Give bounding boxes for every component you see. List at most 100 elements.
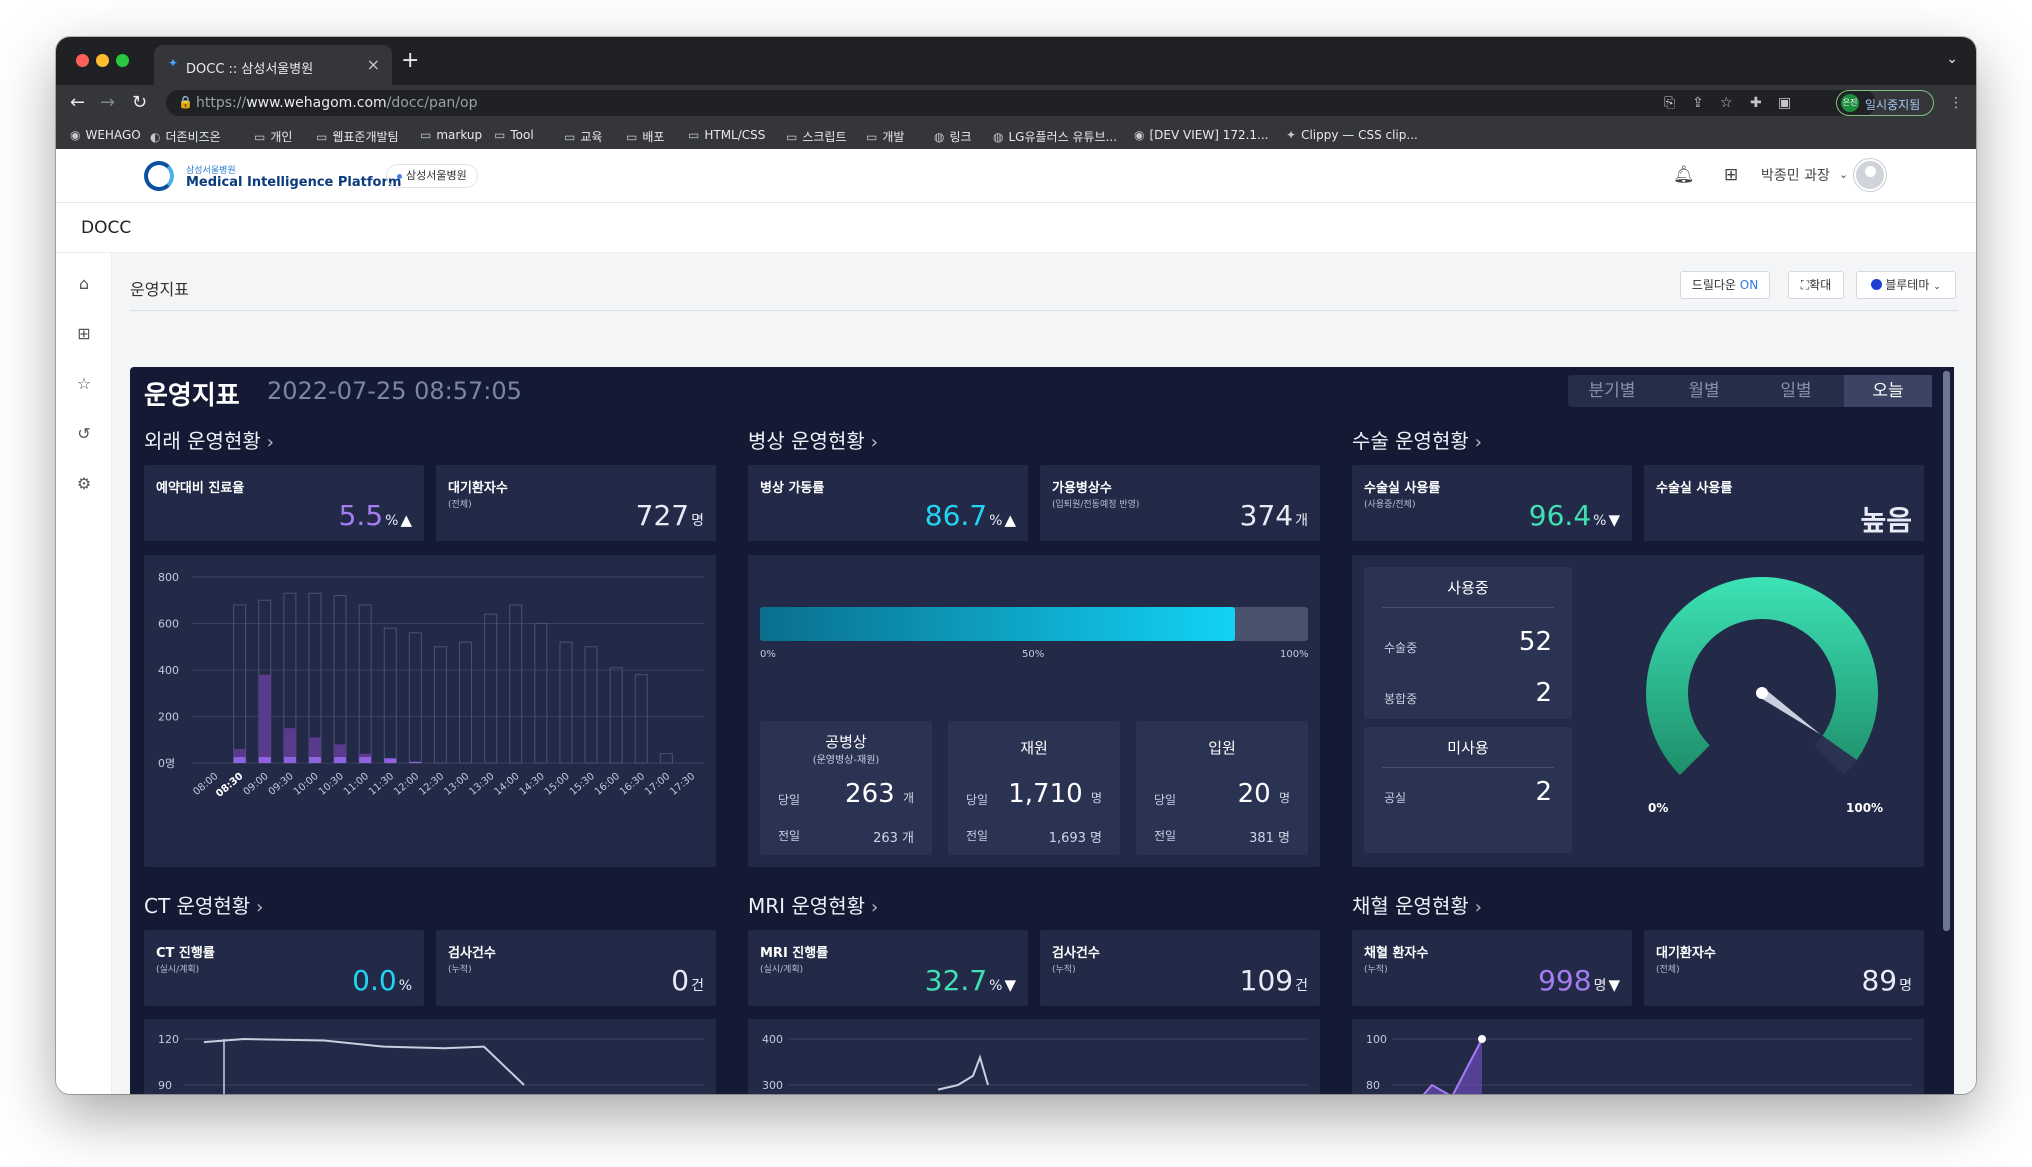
bookmark-item[interactable]: ▭ 교육 (564, 128, 602, 145)
bookmark-item[interactable]: ▭ 개발 (866, 128, 904, 145)
home-icon[interactable]: ⌂ (73, 273, 95, 295)
user-menu-chevron-icon[interactable]: ⌄ (1839, 168, 1848, 181)
theme-color-icon (1871, 279, 1883, 290)
bookmark-label: Clippy — CSS clip... (1301, 128, 1418, 142)
back-icon[interactable]: ← (70, 92, 85, 113)
bookmark-star-icon[interactable]: ☆ (1720, 95, 1733, 111)
y-tick-label: 80 (1366, 1079, 1380, 1092)
drilldown-toggle[interactable]: 드릴다운 ON (1680, 271, 1770, 299)
reload-icon[interactable]: ↻ (132, 92, 147, 113)
prev-label: 전일 (966, 829, 989, 843)
browser-menu-icon[interactable]: ⋮ (1949, 95, 1963, 111)
translate-icon[interactable]: ⎘ (1664, 95, 1675, 111)
bookmark-item[interactable]: ▭ 배포 (626, 128, 664, 145)
ct-section-title[interactable]: CT 운영현황 › (144, 890, 263, 919)
today-unit: 명 (1278, 791, 1290, 805)
progress-tick: 0% (760, 649, 776, 660)
today-value: 20 (1237, 779, 1271, 809)
dashboard-scrollbar[interactable] (1943, 371, 1950, 931)
forward-icon[interactable]: → (100, 92, 115, 113)
bookmarks-bar: ◉ WEHAGO ◐ 더존비즈온 ▭ 개인 ▭ 웹표준개발팀 ▭ markup ▭ Tool ▭ 교육 ▭ 배… (56, 121, 1976, 149)
card-sublabel: (입퇴원/전동예정 반영) (1052, 500, 1140, 510)
share-icon[interactable]: ⇪ (1692, 95, 1704, 111)
settings-gear-icon[interactable]: ⚙ (73, 473, 95, 495)
bookmark-item[interactable]: ▭ HTML/CSS (688, 128, 765, 142)
tab-monthly[interactable]: 월별 (1660, 375, 1748, 407)
bookmark-item[interactable]: ▭ 웹표준개발팀 (316, 128, 399, 145)
new-tab-button[interactable]: + (401, 48, 419, 73)
history-icon[interactable]: ↺ (73, 423, 95, 445)
x-tick-label: 09:30 (267, 771, 296, 798)
browser-tab[interactable]: ✦ DOCC :: 삼성서울병원 × (154, 45, 392, 85)
folder-icon: ▭ (254, 130, 266, 144)
sidepanel-icon[interactable]: ▣ (1778, 95, 1791, 111)
close-window-button[interactable] (76, 54, 89, 67)
x-tick-label: 14:00 (493, 771, 522, 798)
theme-select[interactable]: 블루테마 ⌄ (1856, 271, 1956, 299)
bookmark-item[interactable]: ▭ 개인 (254, 128, 292, 145)
box-title: 미사용 (1447, 739, 1489, 757)
bookmark-favicon-icon: ◍ (934, 130, 945, 144)
bookmark-item[interactable]: ▭ markup (420, 128, 482, 142)
chevron-right-icon: › (256, 897, 264, 918)
expand-button[interactable]: ⛶확대 (1788, 271, 1844, 299)
ward-section-title[interactable]: 병상 운영현황 › (748, 425, 878, 454)
outpatient-section-title[interactable]: 외래 운영현황 › (144, 425, 274, 454)
profile-button[interactable]: 은진 일시중지됨 (1836, 90, 1934, 116)
minimize-window-button[interactable] (96, 54, 109, 67)
bookmark-item[interactable]: ◍ 링크 (934, 128, 972, 145)
apps-grid-icon[interactable]: ⊞ (1724, 165, 1738, 185)
close-tab-icon[interactable]: × (367, 55, 380, 74)
org-chip[interactable]: 삼성서울병원 (386, 164, 478, 188)
chevron-right-icon: › (870, 432, 878, 453)
bookmark-item[interactable]: ▭ Tool (494, 128, 534, 142)
hospital-logo-icon[interactable] (144, 161, 174, 191)
user-name[interactable]: 박종민 과장 (1761, 165, 1830, 185)
x-tick-label: 17:30 (668, 771, 697, 798)
extensions-icon[interactable]: ✚ (1750, 95, 1762, 111)
card-label: MRI 진행률 (760, 946, 829, 961)
tab-daily[interactable]: 일별 (1752, 375, 1840, 407)
point-marker (1478, 1035, 1486, 1043)
x-tick-label: 11:30 (367, 771, 396, 798)
bookmark-item[interactable]: ◐ 더존비즈온 (150, 128, 221, 145)
x-tick-label: 10:00 (292, 771, 321, 798)
url-input[interactable]: 🔒 https://www.wehagom.com/docc/pan/op (166, 90, 1876, 116)
bar-completed-cap (334, 757, 347, 763)
maximize-window-button[interactable] (116, 54, 129, 67)
x-tick-label: 17:00 (643, 771, 672, 798)
bar-completed-cap (384, 758, 397, 763)
tab-quarterly[interactable]: 분기별 (1568, 375, 1656, 407)
bookmark-item[interactable]: ✦ Clippy — CSS clip... (1286, 128, 1418, 142)
x-tick-label: 12:00 (392, 771, 421, 798)
user-avatar[interactable] (1854, 159, 1886, 191)
bookmark-item[interactable]: ◉ WEHAGO (70, 128, 141, 142)
today-unit: 개 (902, 791, 914, 805)
bookmark-item[interactable]: ▭ 스크립트 (786, 128, 847, 145)
bookmark-label: HTML/CSS (704, 128, 766, 142)
row-label: 수술중 (1384, 641, 1418, 655)
separator (1382, 767, 1554, 768)
tab-today[interactable]: 오늘 (1844, 375, 1932, 407)
logo-title[interactable]: Medical Intelligence Platform (186, 175, 401, 190)
mri-section-title[interactable]: MRI 운영현황 › (748, 890, 878, 919)
bell-icon[interactable]: 🔔︎ (1673, 165, 1695, 185)
blood-chart-panel: 100 80 (1352, 1019, 1924, 1094)
area-fill (1424, 1039, 1482, 1094)
bookmark-item[interactable]: ◉ [DEV VIEW] 172.1... (1134, 128, 1269, 142)
bookmark-label: WEHAGO (85, 128, 141, 142)
blood-section-title[interactable]: 채혈 운영현황 › (1352, 890, 1482, 919)
bar-total (383, 627, 397, 764)
bookmark-label: 개발 (882, 130, 905, 144)
bookmark-item[interactable]: ◍ LG유플러스 유튜브... (993, 128, 1117, 145)
apps-icon[interactable]: ⊞ (73, 323, 95, 345)
tab-search-icon[interactable]: ⌄ (1946, 51, 1958, 67)
box-title: 재원 (1020, 739, 1048, 757)
app-header: 삼성서울병원 Medical Intelligence Platform 삼성서… (56, 149, 1976, 203)
x-tick-label: 12:30 (417, 771, 446, 798)
surgery-section-title[interactable]: 수술 운영현황 › (1352, 425, 1482, 454)
favorite-star-icon[interactable]: ☆ (73, 373, 95, 395)
surgery-gauge-chart (1646, 577, 1878, 776)
card-label: 검사건수 (448, 946, 496, 961)
y-tick-label: 400 (158, 664, 179, 677)
